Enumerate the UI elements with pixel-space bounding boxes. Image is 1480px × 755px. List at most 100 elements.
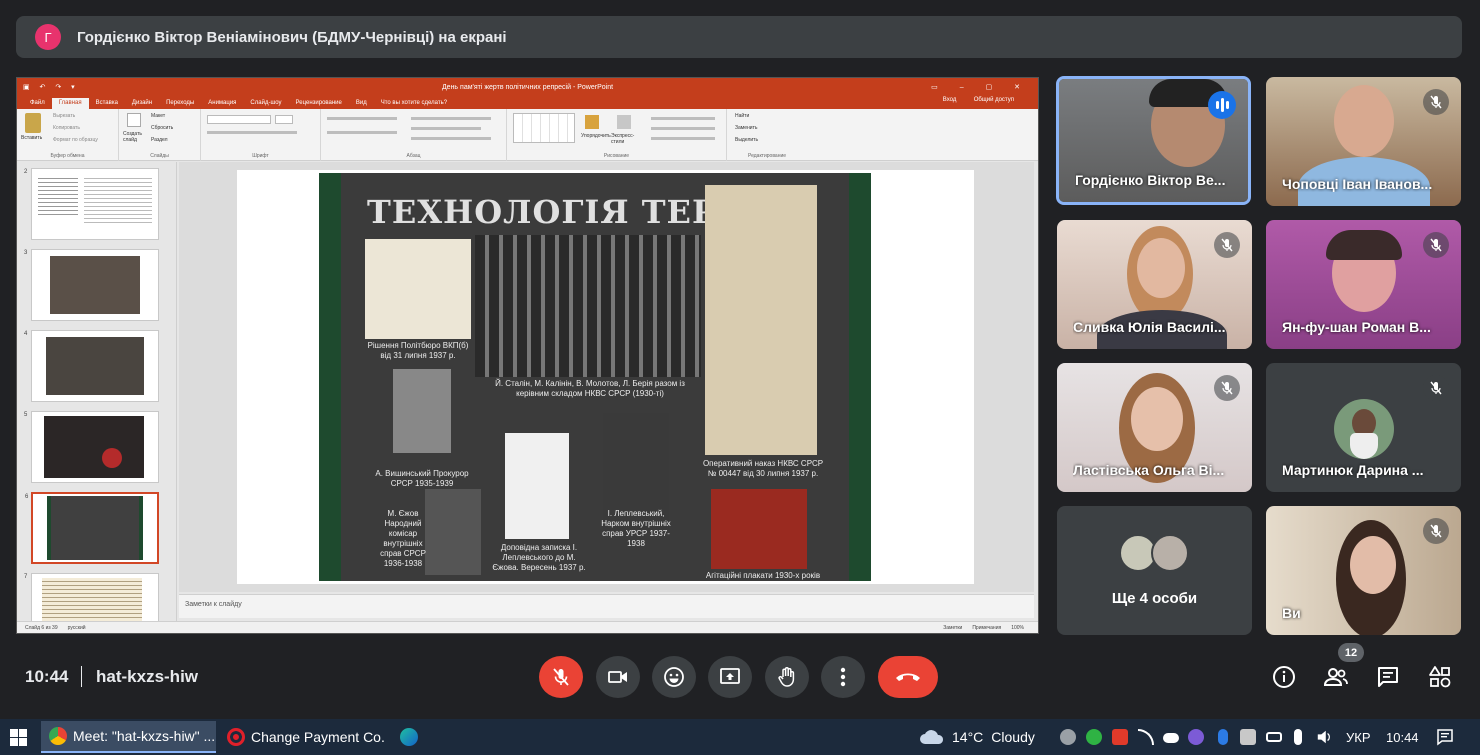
slide-thumb-number: 4 bbox=[24, 331, 28, 337]
smartart-icons bbox=[411, 137, 491, 140]
format-painter-label: Формат по образцу bbox=[53, 137, 98, 143]
replace-label: Заменить bbox=[735, 125, 758, 131]
people-button[interactable] bbox=[1322, 663, 1350, 691]
participant-tile[interactable]: Чоповці Іван Іванов... bbox=[1266, 77, 1461, 206]
participant-tile[interactable]: Мартинюк Дарина ... bbox=[1266, 363, 1461, 492]
battery-icon[interactable] bbox=[1266, 732, 1282, 742]
more-options-button[interactable] bbox=[821, 656, 865, 698]
camera-toggle-button[interactable] bbox=[596, 656, 640, 698]
caption-politburo: Рішення Політбюро ВКП(б) від 31 липня 19… bbox=[367, 341, 469, 360]
select-label: Выделить bbox=[735, 137, 759, 143]
shared-screen: ▣ ↶ ↷ ▾ День пам'яті жертв політичних ре… bbox=[16, 77, 1039, 634]
people-icon bbox=[1323, 668, 1348, 686]
more-participants-tile[interactable]: Ще 4 особи bbox=[1057, 506, 1252, 635]
slide-thumb-number: 3 bbox=[24, 250, 28, 256]
ppt-tab-transitions: Переходы bbox=[166, 100, 195, 106]
caption-report: Доповідна записка І. Леплевського до М. … bbox=[492, 543, 586, 572]
microphone-tray-icon[interactable] bbox=[1294, 729, 1302, 745]
ppt-window-title: День пам'яті жертв політичних репресій -… bbox=[441, 83, 614, 91]
activities-button[interactable] bbox=[1426, 663, 1454, 691]
slide-thumb: 3 bbox=[24, 249, 159, 321]
participant-name: Ян-фу-шан Роман В... bbox=[1282, 319, 1431, 335]
ppt-title-bar: ▣ ↶ ↷ ▾ День пам'яті жертв політичних ре… bbox=[17, 78, 1038, 96]
ppt-sign-in: Вход bbox=[942, 97, 957, 103]
poster-frame bbox=[319, 173, 341, 581]
slide-thumb-selected: 6 bbox=[25, 492, 159, 564]
skype-icon[interactable] bbox=[1060, 729, 1076, 745]
notifications-icon[interactable] bbox=[1436, 728, 1454, 746]
participant-tile[interactable]: Ластівська Ольга Ві... bbox=[1057, 363, 1252, 492]
quick-styles-label: Экспресс-стили bbox=[611, 133, 635, 145]
viber-icon[interactable] bbox=[1188, 729, 1204, 745]
mic-toggle-button[interactable] bbox=[539, 656, 583, 698]
slide-counter: Слайд 6 из 39 bbox=[25, 624, 58, 631]
slide-thumb-number: 2 bbox=[24, 169, 28, 175]
presenter-avatar: Г bbox=[35, 24, 61, 50]
chat-button[interactable] bbox=[1374, 663, 1402, 691]
participant-tile[interactable]: Гордієнко Віктор Ве... bbox=[1056, 76, 1251, 205]
chrome-icon bbox=[49, 727, 67, 745]
presenting-banner: Г Гордієнко Віктор Веніамінович (БДМУ-Че… bbox=[16, 16, 1462, 58]
participant-face bbox=[1334, 85, 1394, 157]
yezhov-photo bbox=[425, 489, 481, 575]
weather-widget[interactable]: 14°C Cloudy bbox=[918, 719, 1035, 755]
self-tile[interactable]: Ви bbox=[1266, 506, 1461, 635]
muted-mic-icon bbox=[1423, 89, 1449, 115]
vyshinsky-photo bbox=[393, 369, 451, 453]
shape-outline-icon bbox=[651, 127, 715, 130]
zoom-level: 100% bbox=[1011, 624, 1024, 631]
windows-start-button[interactable] bbox=[10, 729, 27, 751]
participant-face bbox=[1137, 238, 1185, 298]
participant-tile[interactable]: Ян-фу-шан Роман В... bbox=[1266, 220, 1461, 349]
participant-tile[interactable]: Сливка Юлія Василі... bbox=[1057, 220, 1252, 349]
reset-label: Сбросить bbox=[151, 125, 174, 131]
cloud-icon bbox=[920, 730, 944, 744]
leave-call-button[interactable] bbox=[878, 656, 938, 698]
opera-icon bbox=[227, 728, 245, 746]
align-icons bbox=[327, 131, 397, 134]
ppt-tab-home: Главная bbox=[51, 98, 89, 109]
meeting-details-button[interactable] bbox=[1270, 663, 1298, 691]
system-clock[interactable]: 10:44 bbox=[1386, 719, 1419, 755]
slide-thumb-number: 6 bbox=[25, 494, 29, 500]
taskbar-chrome-meet[interactable]: Meet: "hat-kxzs-hiw" ... bbox=[41, 721, 216, 753]
taskbar-item-label: Meet: "hat-kxzs-hiw" ... bbox=[73, 728, 216, 744]
shape-effects-icon bbox=[651, 137, 715, 140]
copy-label: Копировать bbox=[53, 125, 80, 131]
reactions-button[interactable] bbox=[652, 656, 696, 698]
ppt-tab-design: Дизайн bbox=[131, 100, 153, 106]
ribbon-group-drawing: Упорядочить Экспресс-стили Рисование bbox=[507, 109, 727, 161]
taskbar-opera-payment[interactable]: Change Payment Co... bbox=[219, 721, 385, 753]
ribbon-group-label: Слайды bbox=[150, 153, 169, 159]
new-slide-label: Создать слайд bbox=[123, 131, 143, 143]
anydesk-icon[interactable] bbox=[1112, 729, 1128, 745]
ribbon-group-paragraph: Абзац bbox=[321, 109, 507, 161]
onedrive-icon[interactable] bbox=[1163, 733, 1179, 743]
slide-thumb: 5 bbox=[24, 411, 159, 483]
ppt-tell-me: Что вы хотите сделать? bbox=[380, 100, 448, 106]
participant-name: Ластівська Ольга Ві... bbox=[1073, 462, 1225, 478]
wifi-icon[interactable] bbox=[1138, 729, 1154, 745]
paste-icon bbox=[25, 113, 41, 133]
present-icon bbox=[720, 668, 740, 684]
propaganda-posters bbox=[711, 489, 807, 569]
speaking-indicator-icon bbox=[1208, 91, 1236, 119]
participant-face bbox=[1350, 536, 1396, 594]
font-formatting-icons bbox=[207, 131, 297, 134]
list-icons bbox=[327, 117, 397, 120]
present-screen-button[interactable] bbox=[708, 656, 752, 698]
more-vert-icon bbox=[840, 667, 846, 687]
ppt-share: Общий доступ bbox=[973, 97, 1014, 103]
input-language[interactable]: УКР bbox=[1346, 719, 1371, 755]
volume-icon[interactable] bbox=[1316, 729, 1332, 745]
bluetooth-icon[interactable] bbox=[1218, 729, 1228, 745]
text-direction-icons bbox=[411, 117, 491, 120]
caption-vyshinsky: А. Вишинський Прокурор СРСР 1935-1939 bbox=[375, 469, 469, 488]
utorrent-icon[interactable] bbox=[1086, 729, 1102, 745]
participant-count-badge: 12 bbox=[1338, 643, 1364, 662]
raise-hand-button[interactable] bbox=[765, 656, 809, 698]
paste-label: Вставить bbox=[21, 135, 43, 141]
taskbar-edge[interactable] bbox=[392, 721, 428, 753]
security-icon[interactable] bbox=[1240, 729, 1256, 745]
ppt-tab-insert: Вставка bbox=[95, 100, 118, 106]
